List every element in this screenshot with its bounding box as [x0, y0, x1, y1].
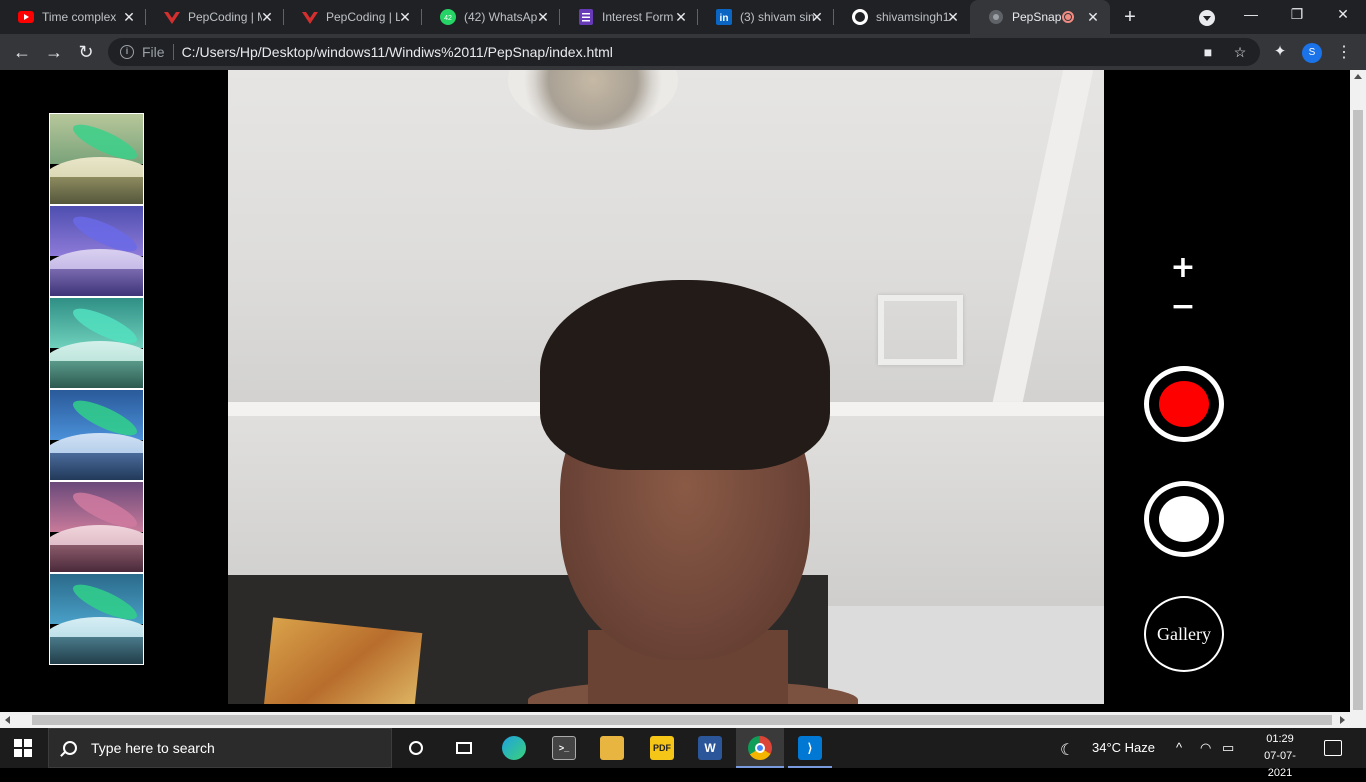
close-icon[interactable]: ✕	[1086, 10, 1100, 24]
filter-thumbnail-pink[interactable]	[49, 481, 144, 573]
browser-menu-icon[interactable]: ⋮	[1336, 42, 1352, 64]
close-window-button[interactable]: ✕	[1332, 6, 1354, 26]
bookmark-star-icon[interactable]: ☆	[1232, 44, 1248, 60]
pepcoding-icon	[302, 9, 318, 25]
chevron-up-icon[interactable]: ^	[1176, 740, 1182, 755]
file-explorer-icon[interactable]	[600, 736, 624, 760]
filter-list	[49, 113, 144, 665]
linkedin-icon: in	[716, 9, 732, 25]
vertical-scrollbar[interactable]	[1350, 70, 1366, 712]
notification-icon[interactable]	[1324, 740, 1342, 756]
new-tab-button[interactable]: +	[1120, 7, 1140, 27]
pepcoding-icon	[164, 9, 180, 25]
camera-in-use-icon[interactable]: ■	[1200, 44, 1216, 60]
whatsapp-icon: 42	[440, 9, 456, 25]
close-icon[interactable]: ✕	[260, 10, 274, 24]
horizontal-scrollbar[interactable]	[0, 712, 1366, 728]
wifi-icon[interactable]: ◠	[1200, 740, 1211, 756]
weather-icon: ☾	[1060, 742, 1075, 759]
search-icon	[63, 741, 77, 755]
pepsnap-page: + − Gallery	[0, 70, 1350, 712]
tab-youtube[interactable]: Time complex ✕	[0, 0, 146, 34]
battery-icon[interactable]: ▭	[1222, 740, 1234, 756]
svg-text:42: 42	[444, 15, 452, 22]
taskbar-clock[interactable]: 01:29 07-07-2021	[1256, 731, 1304, 782]
profile-avatar[interactable]: S	[1302, 43, 1322, 63]
close-icon[interactable]: ✕	[674, 10, 688, 24]
back-button[interactable]: ←	[12, 42, 32, 62]
tab-title: Time complex	[42, 10, 116, 24]
gallery-button[interactable]: Gallery	[1144, 596, 1224, 672]
info-icon[interactable]: i	[120, 45, 134, 59]
close-icon[interactable]: ✕	[946, 10, 960, 24]
filter-thumbnail-blue[interactable]	[49, 389, 144, 481]
tab-strip: Time complex ✕ PepCoding | M ✕ PepCoding…	[0, 0, 1366, 34]
tab-title: shivamsingh1	[876, 10, 950, 24]
tab-title: PepCoding | L	[326, 10, 400, 24]
restore-button[interactable]: ❐	[1286, 6, 1308, 26]
forward-button[interactable]: →	[44, 42, 64, 62]
terminal-icon[interactable]: >_	[552, 736, 576, 760]
close-icon[interactable]: ✕	[536, 10, 550, 24]
search-placeholder: Type here to search	[91, 740, 215, 756]
tab-github[interactable]: shivamsingh1 ✕	[834, 0, 970, 34]
word-icon[interactable]: W	[698, 736, 722, 760]
capture-button[interactable]	[1144, 481, 1224, 557]
filter-thumbnail-teal[interactable]	[49, 297, 144, 389]
address-bar[interactable]: i File C:/Users/Hp/Desktop/windows11/Win…	[108, 38, 1260, 66]
vscode-icon[interactable]: ⟩	[798, 736, 822, 760]
clock-date: 07-07-2021	[1264, 750, 1296, 779]
task-view-icon[interactable]	[452, 736, 476, 760]
tab-title: (3) shivam sin	[740, 10, 814, 24]
filter-thumbnail-yellow[interactable]	[49, 113, 144, 205]
zoom-out-button[interactable]: −	[1168, 292, 1198, 322]
tab-pepsnap[interactable]: PepSnap ✕	[970, 0, 1110, 34]
clock-time: 01:29	[1266, 733, 1294, 745]
tab-search-icon[interactable]	[1199, 10, 1215, 26]
tab-title: PepCoding | M	[188, 10, 262, 24]
pdf-reader-icon[interactable]: PDF	[650, 736, 674, 760]
windows-taskbar: Type here to search >_ PDF W ⟩ ☾ 34°C Ha…	[0, 728, 1366, 779]
capture-dot-icon	[1159, 496, 1209, 542]
globe-icon	[988, 9, 1004, 25]
github-icon	[852, 9, 868, 25]
filter-thumbnail-cyan[interactable]	[49, 573, 144, 665]
extensions-icon[interactable]: ✦	[1270, 42, 1290, 62]
svg-text:in: in	[720, 13, 729, 24]
youtube-icon	[18, 9, 34, 25]
tab-interest-form[interactable]: Interest Form ✕	[560, 0, 698, 34]
weather-text[interactable]: 34°C Haze	[1092, 740, 1155, 755]
browser-toolbar: ← → ↻ i File C:/Users/Hp/Desktop/windows…	[0, 34, 1366, 70]
close-icon[interactable]: ✕	[398, 10, 412, 24]
recording-indicator-icon	[1062, 11, 1074, 23]
edge-icon[interactable]	[502, 736, 526, 760]
taskbar-search-box[interactable]: Type here to search	[48, 728, 392, 768]
reload-button[interactable]: ↻	[76, 42, 96, 62]
record-dot-icon	[1159, 381, 1209, 427]
tab-pepcoding-1[interactable]: PepCoding | M ✕	[146, 0, 284, 34]
minimize-button[interactable]: —	[1240, 6, 1262, 26]
close-icon[interactable]: ✕	[122, 10, 136, 24]
filter-thumbnail-purple[interactable]	[49, 205, 144, 297]
forms-icon	[578, 9, 594, 25]
chrome-icon[interactable]	[748, 736, 772, 760]
camera-video-feed	[228, 70, 1104, 704]
tab-whatsapp[interactable]: 42 (42) WhatsAp ✕	[422, 0, 560, 34]
tab-title: Interest Form	[602, 10, 674, 24]
close-icon[interactable]: ✕	[810, 10, 824, 24]
windows-start-icon[interactable]	[14, 739, 32, 757]
record-button[interactable]	[1144, 366, 1224, 442]
tab-linkedin[interactable]: in (3) shivam sin ✕	[698, 0, 834, 34]
cortana-icon[interactable]	[404, 736, 428, 760]
zoom-in-button[interactable]: +	[1168, 253, 1198, 283]
scheme-label: File	[142, 44, 165, 60]
tab-title: (42) WhatsAp	[464, 10, 538, 24]
tab-pepcoding-2[interactable]: PepCoding | L ✕	[284, 0, 422, 34]
url-text[interactable]: C:/Users/Hp/Desktop/windows11/Windiws%20…	[182, 44, 613, 60]
